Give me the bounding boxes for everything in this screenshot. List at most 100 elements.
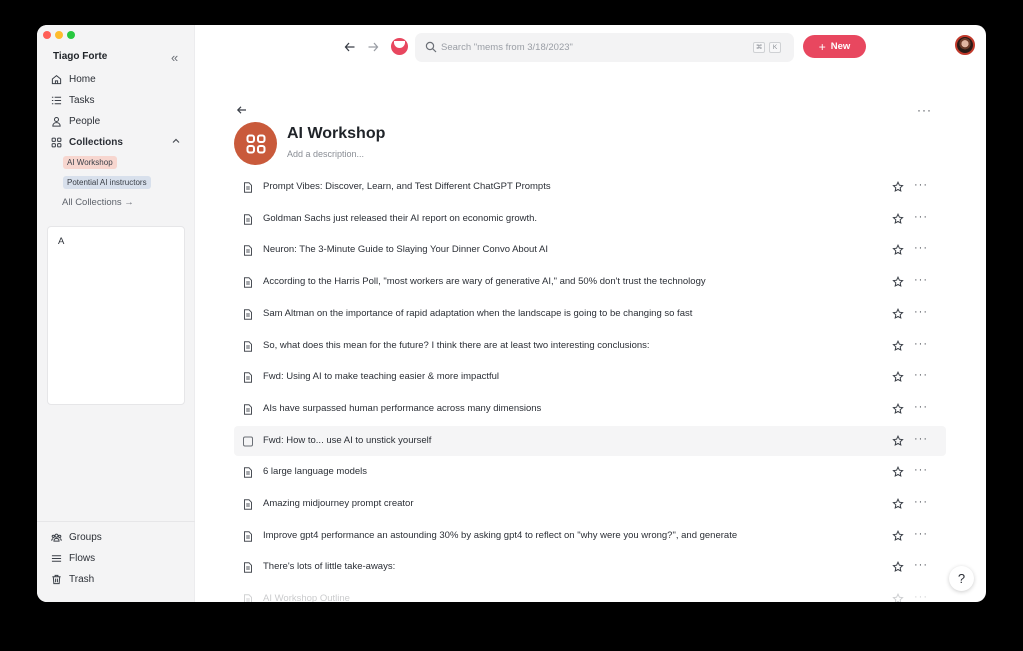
list-item[interactable]: AIs have surpassed human performance acr… (234, 394, 946, 424)
sidebar-item-home[interactable]: Home (51, 72, 96, 86)
more-options-icon[interactable]: ··· (914, 338, 928, 350)
star-icon[interactable] (892, 213, 904, 225)
more-options-icon[interactable]: ··· (914, 179, 928, 191)
sidebar-item-label: Tasks (69, 94, 95, 106)
grid-icon (51, 137, 62, 147)
trash-icon (52, 574, 61, 584)
list-item-title: Prompt Vibes: Discover, Learn, and Test … (263, 181, 551, 192)
list-item-title: AI Workshop Outline (263, 593, 350, 602)
chevron-up-icon[interactable] (171, 136, 181, 146)
list-item[interactable]: Sam Altman on the importance of rapid ad… (234, 299, 946, 329)
more-options-icon[interactable]: ··· (914, 464, 928, 476)
list-item-title: There's lots of little take-aways: (263, 561, 396, 572)
sidebar-item-label: Trash (69, 573, 95, 585)
sidebar-item-people[interactable]: People (51, 114, 100, 128)
avatar[interactable] (955, 35, 975, 55)
more-options-icon[interactable]: ··· (914, 306, 928, 318)
star-icon[interactable] (892, 593, 904, 602)
sidebar-item-label: People (69, 115, 101, 127)
groups-icon (51, 533, 62, 542)
collection-icon[interactable] (234, 122, 277, 165)
star-icon[interactable] (892, 276, 904, 288)
star-icon[interactable] (892, 435, 904, 447)
star-icon[interactable] (892, 403, 904, 415)
sidebar-item-flows[interactable]: Flows (51, 551, 95, 565)
all-collections-link[interactable]: All Collections → (62, 197, 134, 208)
star-icon[interactable] (892, 530, 904, 542)
maximize-window-button[interactable] (67, 31, 75, 39)
list-item-title: So, what does this mean for the future? … (263, 340, 650, 351)
list-item[interactable]: Fwd: Using AI to make teaching easier & … (234, 362, 946, 392)
more-options-icon[interactable]: ··· (914, 528, 928, 540)
forward-arrow-icon[interactable] (366, 40, 380, 54)
sidebar-item-groups[interactable]: Groups (51, 530, 102, 544)
collapse-sidebar-icon[interactable]: « (171, 51, 183, 65)
shortcut-key-cmd: ⌘ (753, 42, 765, 53)
list-item[interactable]: 6 large language models ··· (234, 457, 946, 487)
star-icon[interactable] (892, 244, 904, 256)
app-window: Tiago Forte « Home Tasks People Collecti… (37, 25, 986, 602)
sidebar-note-box[interactable]: A (47, 226, 185, 405)
search-input[interactable] (441, 39, 741, 56)
sidebar-item-collections[interactable]: Collections (51, 135, 123, 149)
sidebar-item-label: Groups (69, 531, 102, 543)
list-item[interactable]: According to the Harris Poll, "most work… (234, 267, 946, 297)
list-item-title: Sam Altman on the importance of rapid ad… (263, 308, 693, 319)
star-icon[interactable] (892, 561, 904, 573)
list-item[interactable]: Goldman Sachs just released their AI rep… (234, 204, 946, 234)
more-options-icon[interactable]: ··· (914, 401, 928, 413)
list-item[interactable]: Improve gpt4 performance an astounding 3… (234, 521, 946, 551)
star-icon[interactable] (892, 498, 904, 510)
close-window-button[interactable] (43, 31, 51, 39)
star-icon[interactable] (892, 466, 904, 478)
list-item[interactable]: So, what does this mean for the future? … (234, 331, 946, 361)
minimize-window-button[interactable] (55, 31, 63, 39)
new-button[interactable]: + New (803, 35, 866, 58)
list-item-title: Neuron: The 3-Minute Guide to Slaying Yo… (263, 244, 549, 255)
collection-tag-potential-ai-instructors[interactable]: Potential AI instructors (63, 176, 151, 189)
checkbox-icon[interactable] (243, 436, 253, 447)
document-icon (244, 499, 252, 510)
shortcut-key-k: K (769, 42, 781, 53)
more-options-icon[interactable]: ··· (914, 559, 928, 571)
star-icon[interactable] (892, 181, 904, 193)
help-button[interactable]: ? (949, 566, 974, 591)
list-item[interactable]: Amazing midjourney prompt creator ··· (234, 489, 946, 519)
list-item[interactable]: There's lots of little take-aways: ··· (234, 552, 946, 582)
more-options-icon[interactable]: ··· (914, 591, 928, 602)
list-item-title: According to the Harris Poll, "most work… (263, 276, 706, 287)
back-arrow-icon[interactable] (343, 40, 357, 54)
star-icon[interactable] (892, 308, 904, 320)
sidebar-item-trash[interactable]: Trash (51, 572, 94, 586)
sidebar-divider (37, 521, 195, 522)
list-item[interactable]: AI Workshop Outline ··· (234, 584, 946, 602)
back-arrow-icon[interactable] (236, 104, 248, 116)
list-item[interactable]: Neuron: The 3-Minute Guide to Slaying Yo… (234, 235, 946, 265)
more-options-icon[interactable]: ··· (914, 433, 928, 445)
list-item-title: 6 large language models (263, 466, 368, 477)
list-item-title: Goldman Sachs just released their AI rep… (263, 213, 538, 224)
more-options-icon[interactable]: ··· (914, 274, 928, 286)
workspace-user-name[interactable]: Tiago Forte (53, 51, 107, 62)
more-options-icon[interactable]: ··· (914, 369, 928, 381)
more-options-icon[interactable]: ··· (914, 496, 928, 508)
more-options-icon[interactable]: ··· (914, 211, 928, 223)
home-icon (51, 74, 62, 84)
more-options-icon[interactable]: ··· (914, 242, 928, 254)
list-item[interactable]: Prompt Vibes: Discover, Learn, and Test … (234, 172, 946, 202)
document-icon (244, 372, 252, 383)
list-item[interactable]: Fwd: How to... use AI to unstick yoursel… (234, 426, 946, 456)
star-icon[interactable] (892, 371, 904, 383)
app-logo-icon[interactable] (391, 38, 408, 55)
search-bar[interactable]: ⌘ K (415, 33, 794, 62)
collection-items-list: Prompt Vibes: Discover, Learn, and Test … (234, 172, 946, 602)
collection-description-field[interactable]: Add a description... (287, 149, 364, 159)
page-title[interactable]: AI Workshop (287, 125, 385, 143)
sidebar-item-tasks[interactable]: Tasks (51, 93, 95, 107)
star-icon[interactable] (892, 340, 904, 352)
collection-more-options-icon[interactable]: ··· (917, 103, 932, 117)
sidebar-item-label: Flows (69, 552, 96, 564)
document-icon (244, 182, 252, 193)
document-icon (244, 341, 252, 352)
collection-tag-ai-workshop[interactable]: AI Workshop (63, 156, 117, 169)
